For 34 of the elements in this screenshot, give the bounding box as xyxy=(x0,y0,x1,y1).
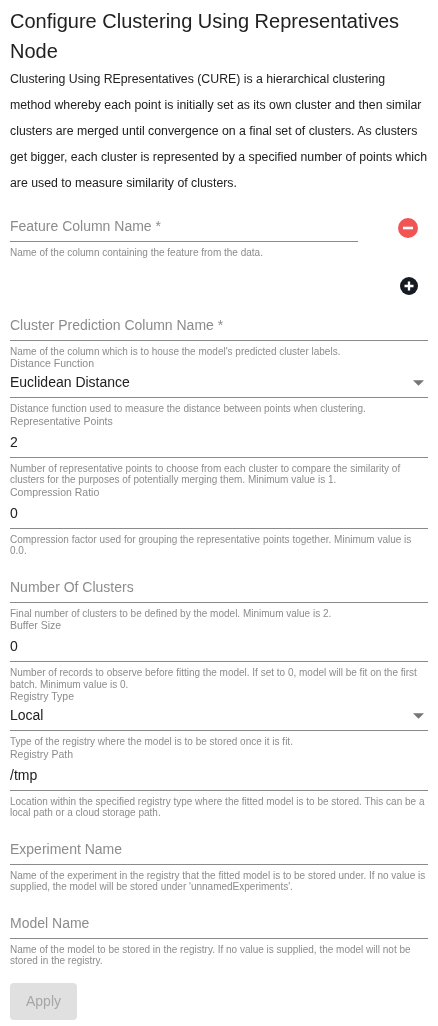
field-label: Distance Function xyxy=(10,357,96,369)
helper-text: Name of the column containing the feature from the data. xyxy=(10,247,264,259)
field-label: Registry Path xyxy=(10,747,75,760)
input-field[interactable]: Feature Column Name * xyxy=(10,216,358,242)
caret-icon xyxy=(413,712,424,719)
description-text: Clustering Using REpresentatives (CURE) is a hierarchical clustering method whereby each point is initially set as its own cluster and then similar clusters are merged until convergence on a final set of clusters. As clusters get bigger, each cluster is represented by a specified number of points which are used to measure similarity of clusters. xyxy=(10,71,428,192)
helper-text: Distance function used to measure the distance between points when clustering. xyxy=(10,403,367,415)
helper-text: Compression factor used for grouping the representative points together. Minimum value is 0.0. xyxy=(10,533,413,557)
caret-icon xyxy=(413,379,424,386)
helper-text: Name of the column which is to house the model's predicted cluster labels. xyxy=(10,345,342,357)
field-label: Compression Ratio xyxy=(10,485,101,498)
helper-text: Name of the experiment in the registry that the fitted model is to be stored under. If no value is supplied, the model will be stored under 'unnamedExperiments'. xyxy=(10,869,427,893)
input-field[interactable]: 0 xyxy=(10,502,428,529)
input-field[interactable]: /tmp xyxy=(10,764,428,791)
helper-text: Name of the model to be stored in the registry. If no value is supplied, the model will not be stored in the registry. xyxy=(10,943,412,967)
input-field[interactable]: Number Of Clusters xyxy=(10,576,428,603)
field-label: Registry Type xyxy=(10,690,75,702)
input-field[interactable]: 2 xyxy=(10,431,428,458)
helper-text: Number of records to observe before fitting the model. If set to 0, model will be fit on the first batch. Minimum value is 0. xyxy=(10,667,418,690)
helper-text: Type of the registry where the model is to be stored once it is fit. xyxy=(10,736,294,748)
field-label: Buffer Size xyxy=(10,619,63,631)
helper-text: Number of representative points to choose from each cluster to compare the similarity of clusters for the purposes of potentially merging them. Minimum value is 1. xyxy=(10,462,402,486)
input-field[interactable]: Experiment Name xyxy=(10,838,428,865)
input-field[interactable]: Cluster Prediction Column Name * xyxy=(10,314,428,341)
input-field[interactable]: Model Name xyxy=(10,912,428,939)
field-label: Representative Points xyxy=(10,414,114,427)
page-title: Configure Clustering Using Representatives Node xyxy=(10,9,401,64)
remove-icon[interactable] xyxy=(398,218,418,238)
input-field[interactable]: 0 xyxy=(10,636,428,662)
select-field[interactable]: Euclidean Distance xyxy=(10,372,428,398)
helper-text: Final number of clusters to be defined by the model. Minimum value is 2. xyxy=(10,607,333,619)
add-icon[interactable] xyxy=(400,276,418,295)
helper-text: Location within the specified registry type where the fitted model is to be stored. This can be a local path or a cloud storage path. xyxy=(10,795,426,819)
select-field[interactable]: Local xyxy=(10,705,428,731)
